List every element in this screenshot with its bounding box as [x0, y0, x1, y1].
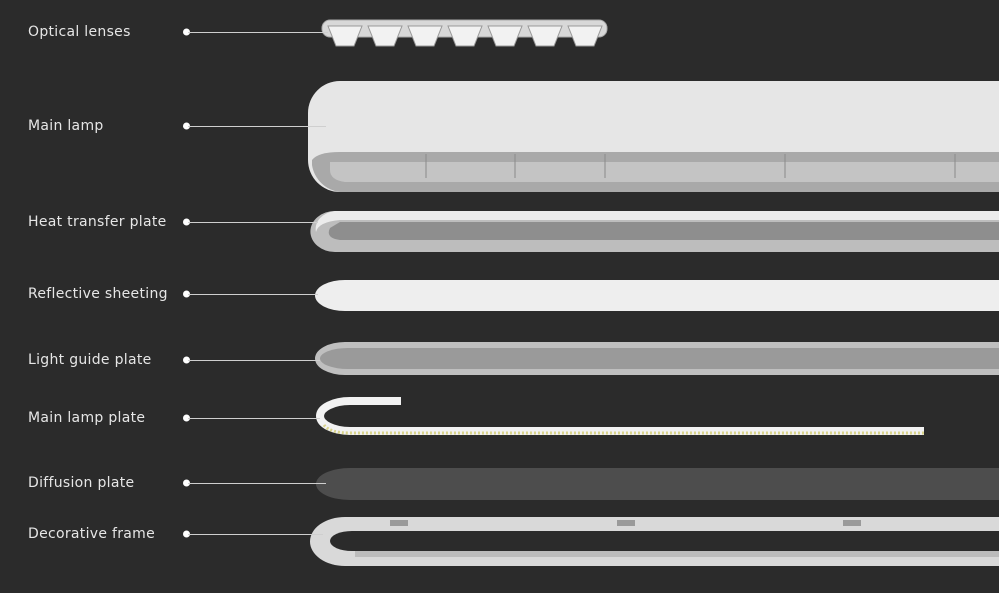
- label-light-guide-plate: Light guide plate: [28, 352, 152, 368]
- light-guide-plate-part: [315, 342, 999, 375]
- label-main-lamp: Main lamp: [28, 118, 104, 134]
- optical-lenses-part: [321, 19, 608, 47]
- reflective-sheeting-part: [315, 280, 999, 311]
- leader-line: [188, 126, 326, 127]
- leader-line: [188, 32, 328, 33]
- label-reflective-sheeting: Reflective sheeting: [28, 286, 168, 302]
- main-lamp-part: [308, 81, 999, 192]
- label-diffusion-plate: Diffusion plate: [28, 475, 135, 491]
- leader-line: [188, 483, 326, 484]
- leader-line: [188, 534, 323, 535]
- label-heat-transfer-plate: Heat transfer plate: [28, 214, 167, 230]
- leader-line: [188, 294, 318, 295]
- label-main-lamp-plate: Main lamp plate: [28, 410, 146, 426]
- decorative-frame-part: [310, 517, 999, 566]
- label-optical-lenses: Optical lenses: [28, 24, 131, 40]
- leader-line: [188, 418, 320, 419]
- diffusion-plate-part: [316, 468, 999, 500]
- main-lamp-plate-part: [316, 397, 924, 435]
- leader-line: [188, 360, 320, 361]
- label-decorative-frame: Decorative frame: [28, 526, 156, 542]
- heat-transfer-plate-part: [310, 211, 999, 252]
- leader-line: [188, 222, 318, 223]
